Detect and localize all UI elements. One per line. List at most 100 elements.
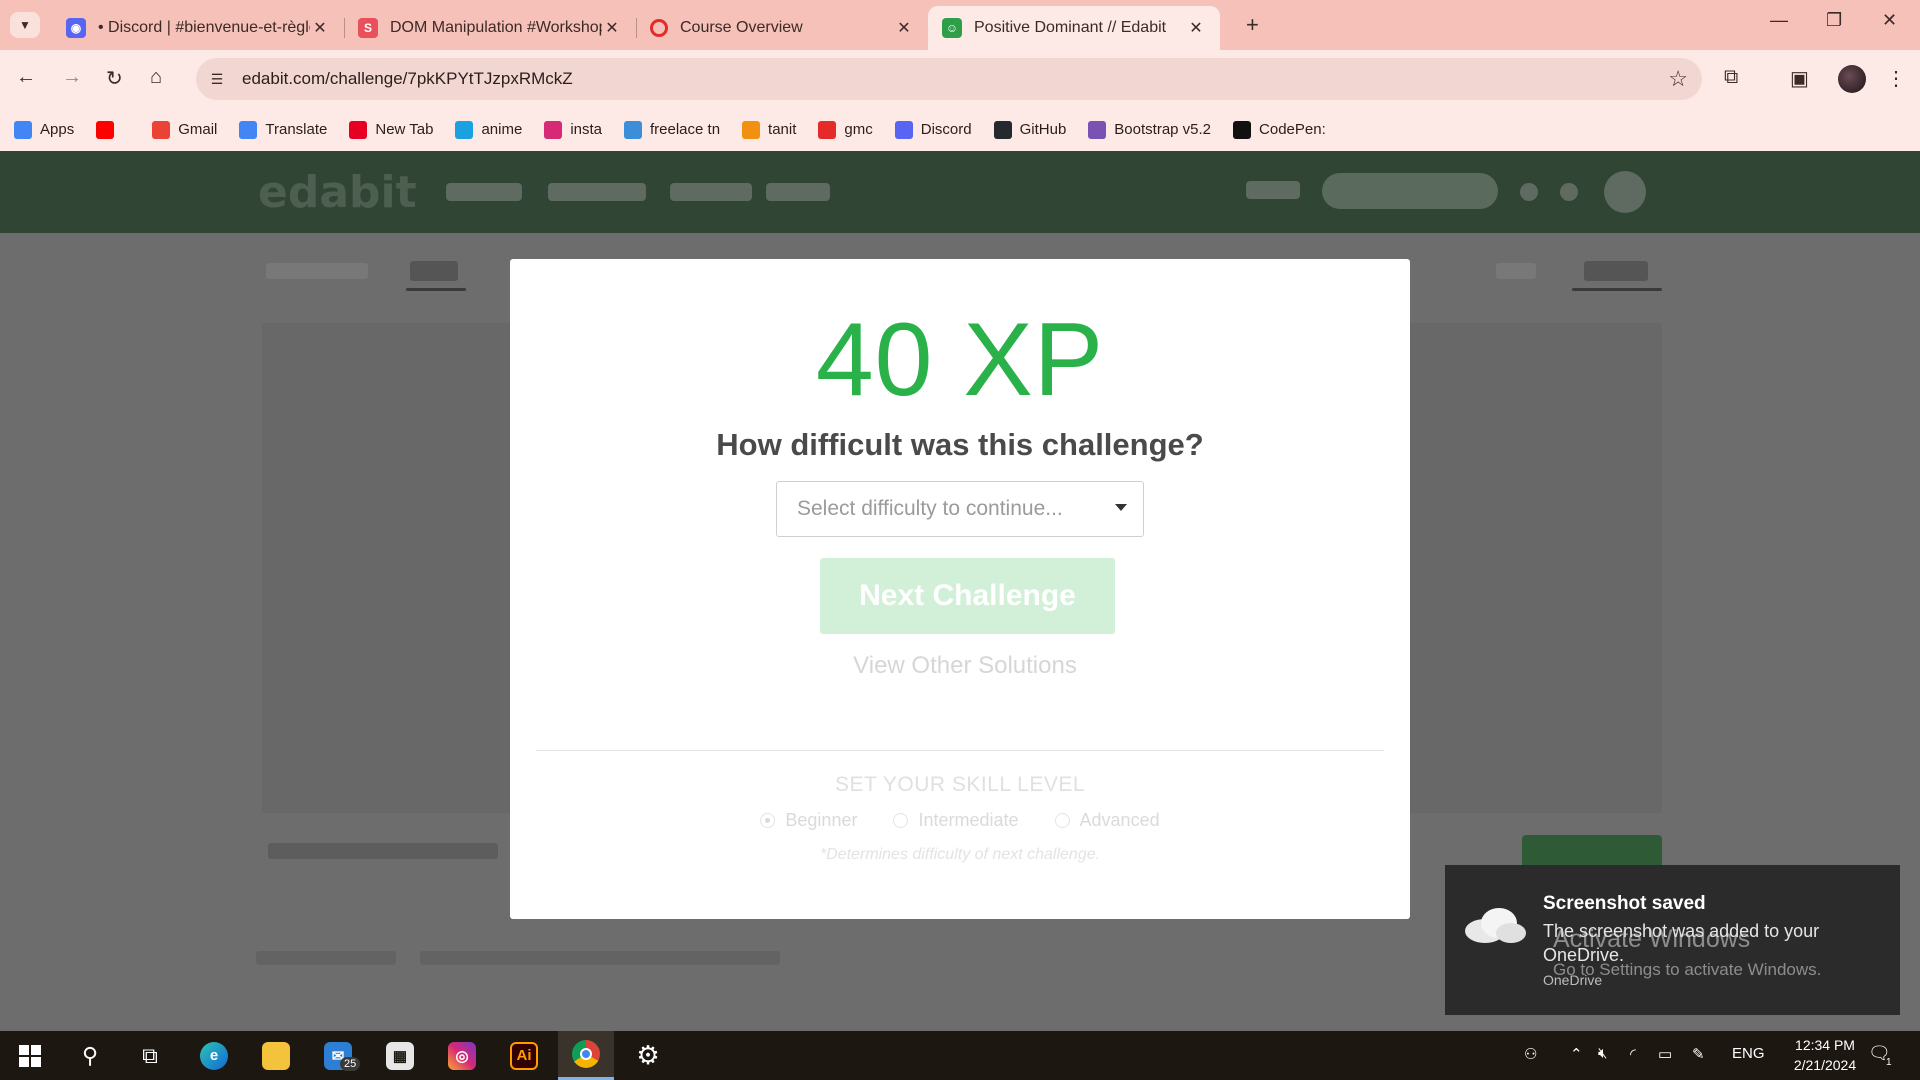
bookmark-apps[interactable]: Apps	[14, 120, 74, 139]
search-button[interactable]: ⚲	[62, 1031, 118, 1080]
edge-icon: e	[200, 1041, 228, 1070]
skill-level-options: Beginner Intermediate Advanced	[510, 810, 1410, 831]
bootstrap-icon	[1088, 120, 1107, 139]
pinterest-icon	[349, 120, 368, 139]
side-panel-icon[interactable]: ▣	[1790, 66, 1809, 91]
tanit-icon	[742, 120, 761, 139]
reload-icon[interactable]: ↻	[106, 66, 123, 91]
caret-down-icon	[1115, 504, 1127, 511]
s-icon: S	[358, 18, 378, 38]
view-other-solutions-link[interactable]: View Other Solutions	[510, 652, 1420, 680]
activate-windows-watermark: Activate Windows Go to Settings to activ…	[1553, 925, 1821, 980]
language-indicator[interactable]: ENG	[1732, 1045, 1765, 1062]
window-close-button[interactable]: ✕	[1882, 10, 1897, 31]
skill-radio-intermediate[interactable]: Intermediate	[893, 810, 1019, 831]
more-menu-icon[interactable]: ⋮	[1886, 66, 1906, 91]
skill-level-note: *Determines difficulty of next challenge…	[819, 846, 1101, 863]
taskbar-instagram[interactable]: ◎	[434, 1031, 490, 1080]
people-icon[interactable]: ⚇	[1524, 1045, 1537, 1063]
skill-radio-beginner[interactable]: Beginner	[760, 810, 857, 831]
back-icon[interactable]: ←	[16, 66, 36, 89]
task-view-icon: ⧉	[142, 1042, 158, 1068]
bookmark-freelace-tn[interactable]: freelace tn	[624, 120, 721, 139]
bookmark-star-icon[interactable]: ☆	[1668, 66, 1688, 92]
tab-course-overview[interactable]: Course Overview ✕	[636, 6, 928, 50]
volume-muted-icon[interactable]: 🔇︎	[1598, 1045, 1607, 1062]
tabs: ◉ • Discord | #bienvenue-et-règle ✕ S DO…	[52, 6, 1220, 50]
radio-icon[interactable]	[893, 813, 909, 828]
close-icon[interactable]: ✕	[310, 18, 330, 38]
start-button[interactable]	[2, 1031, 58, 1080]
bookmark-youtube[interactable]	[96, 120, 122, 139]
tab-edabit[interactable]: ☺ Positive Dominant // Edabit ✕	[928, 6, 1220, 50]
tab-search-button[interactable]: ▼	[10, 12, 40, 38]
skill-level-title: SET YOUR SKILL LEVEL	[834, 773, 1086, 796]
close-icon[interactable]: ✕	[1186, 18, 1206, 38]
close-icon[interactable]: ✕	[894, 18, 914, 38]
tab-discord[interactable]: ◉ • Discord | #bienvenue-et-règle ✕	[52, 6, 345, 50]
extensions-icon[interactable]: ⧉	[1724, 66, 1738, 89]
store-icon: ▦	[386, 1041, 414, 1070]
radio-label: Advanced	[1079, 810, 1160, 830]
instagram-icon	[544, 120, 563, 139]
site-info-icon[interactable]: ☰	[202, 64, 232, 94]
taskbar-illustrator[interactable]: Ai	[496, 1031, 552, 1080]
tab-title: • Discord | #bienvenue-et-règle	[98, 19, 310, 36]
battery-icon[interactable]: ▭	[1658, 1045, 1672, 1063]
chevron-up-icon[interactable]: ⌃	[1570, 1045, 1583, 1063]
minimize-button[interactable]: —	[1770, 10, 1788, 31]
challenge-complete-modal: 40 XP How difficult was this challenge? …	[510, 259, 1410, 919]
bookmark-insta[interactable]: insta	[544, 120, 602, 139]
restore-button[interactable]: ❐	[1826, 10, 1842, 31]
address-bar[interactable]: ☰ edabit.com/challenge/7pkKPYtTJzpxRMckZ…	[196, 58, 1702, 100]
tab-title: Course Overview	[680, 19, 803, 36]
bookmark-label: insta	[570, 121, 602, 138]
tab-strip: ▼ ◉ • Discord | #bienvenue-et-règle ✕ S …	[0, 0, 1920, 50]
new-tab-button[interactable]: +	[1246, 12, 1259, 38]
url-text[interactable]: edabit.com/challenge/7pkKPYtTJzpxRMckZ	[242, 69, 573, 89]
divider	[536, 750, 1384, 751]
bookmark-label: freelace tn	[650, 121, 721, 138]
wifi-icon[interactable]: ◜	[1630, 1045, 1636, 1063]
codepen-icon	[1233, 120, 1252, 139]
bookmark-new-tab[interactable]: New Tab	[349, 120, 433, 139]
clock[interactable]: 12:34 PM 2/21/2024	[1770, 1035, 1880, 1075]
tab-dom-manipulation[interactable]: S DOM Manipulation #Workshop ✕	[344, 6, 637, 50]
forward-icon[interactable]: →	[62, 66, 82, 89]
watermark-line1: Activate Windows	[1553, 925, 1751, 953]
bookmark-gmc[interactable]: gmc	[818, 120, 873, 139]
next-challenge-button[interactable]: Next Challenge	[820, 558, 1115, 634]
anime-icon	[455, 120, 474, 139]
bookmark-codepen[interactable]: CodePen:	[1233, 120, 1326, 139]
close-icon[interactable]: ✕	[602, 18, 622, 38]
instagram-icon: ◎	[448, 1041, 476, 1070]
bookmark-gmail[interactable]: Gmail	[152, 120, 217, 139]
bookmark-github[interactable]: GitHub	[993, 120, 1067, 139]
home-icon[interactable]: ⌂	[150, 66, 162, 89]
bookmark-anime[interactable]: anime	[455, 120, 523, 139]
task-view-button[interactable]: ⧉	[122, 1031, 178, 1080]
mail-badge: 25	[340, 1057, 361, 1071]
radio-icon[interactable]	[1054, 813, 1070, 828]
bookmark-label: anime	[481, 121, 523, 138]
bookmark-discord[interactable]: Discord	[894, 120, 972, 139]
radio-selected-icon[interactable]	[760, 813, 776, 828]
onedrive-cloud-icon	[1465, 908, 1526, 943]
taskbar-file-explorer[interactable]	[248, 1031, 304, 1080]
skill-radio-advanced[interactable]: Advanced	[1054, 810, 1160, 831]
profile-avatar[interactable]	[1838, 65, 1866, 93]
bookmark-tanit[interactable]: tanit	[742, 120, 796, 139]
watermark-line2: Go to Settings to activate Windows.	[1553, 960, 1822, 979]
taskbar-mail[interactable]: ✉ 25	[310, 1031, 366, 1080]
bookmark-bootstrap-v5-2[interactable]: Bootstrap v5.2	[1088, 120, 1211, 139]
radio-label: Beginner	[785, 810, 858, 830]
difficulty-select[interactable]: Select difficulty to continue...	[776, 481, 1144, 537]
taskbar-chrome[interactable]	[558, 1031, 614, 1080]
taskbar-settings[interactable]: ⚙	[620, 1031, 676, 1080]
pen-icon[interactable]: ✎	[1692, 1045, 1705, 1063]
bookmark-label: GitHub	[1019, 121, 1067, 138]
bookmark-translate[interactable]: Translate	[239, 120, 327, 139]
taskbar-store[interactable]: ▦	[372, 1031, 428, 1080]
radio-label: Intermediate	[918, 810, 1019, 830]
taskbar-edge[interactable]: e	[186, 1031, 242, 1080]
